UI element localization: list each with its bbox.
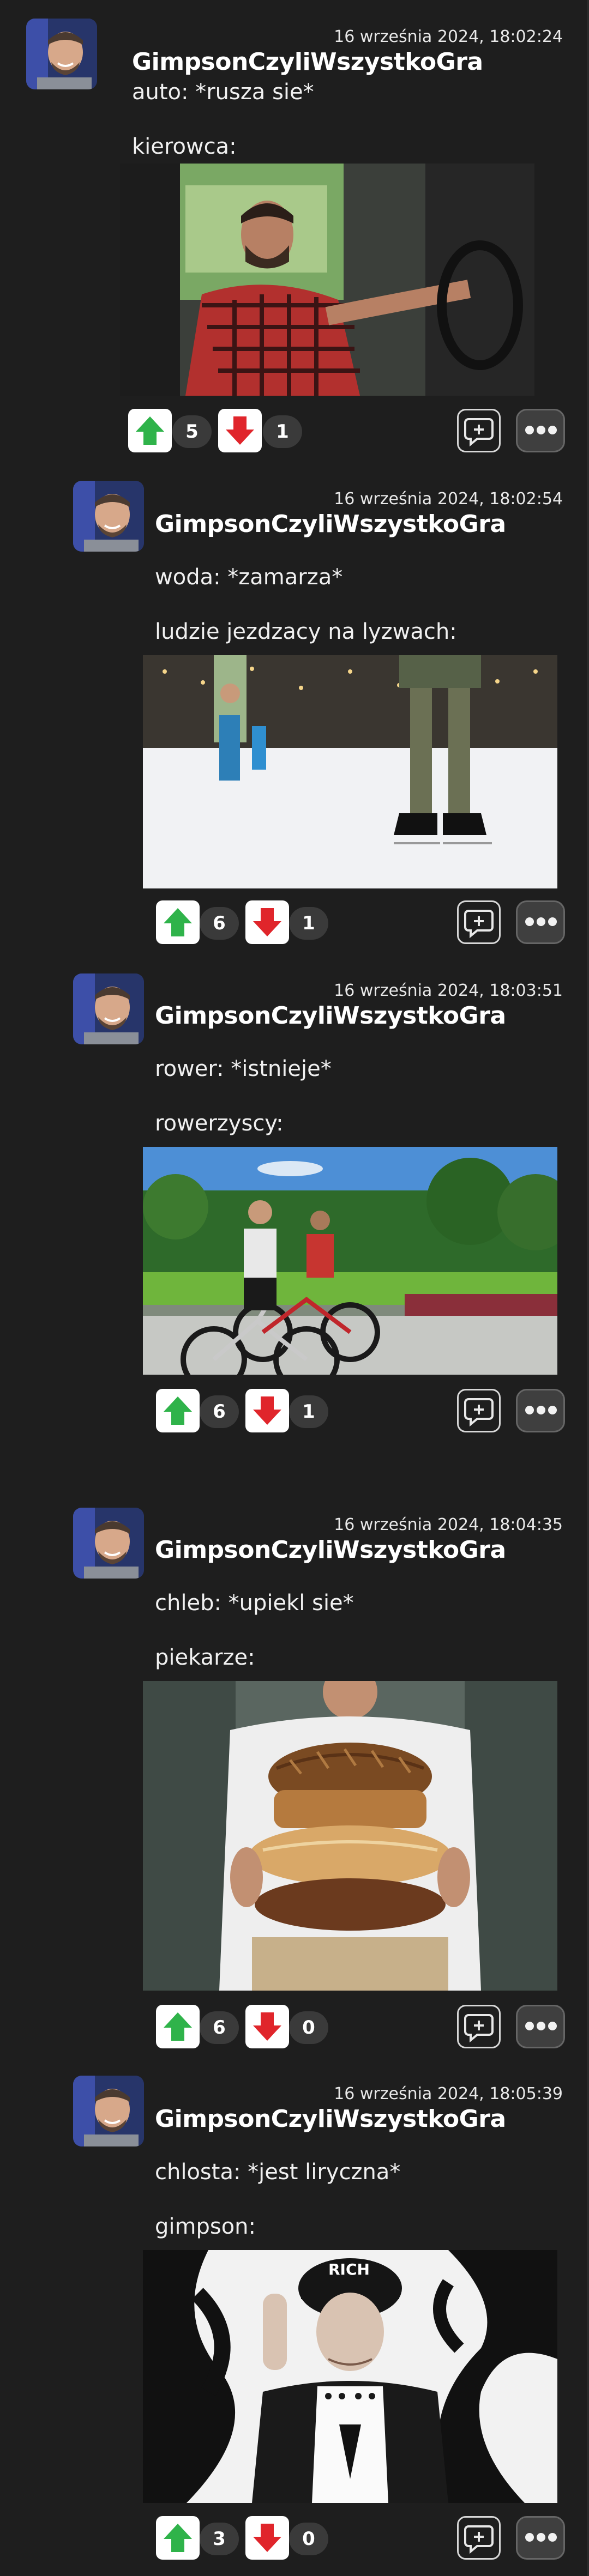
upvote-button[interactable] <box>156 2516 200 2560</box>
post-text-line: auto: *rusza sie* <box>132 80 314 105</box>
post-text-line: chlosta: *jest liryczna* <box>155 2160 401 2185</box>
arrow-up-icon <box>164 2524 192 2552</box>
quote-button[interactable] <box>457 2005 501 2048</box>
avatar[interactable] <box>73 481 144 552</box>
downvote-count: 1 <box>289 907 328 940</box>
avatar[interactable] <box>73 973 144 1044</box>
upvote-button[interactable] <box>156 2005 200 2048</box>
quote-reply-icon <box>464 418 494 447</box>
quote-button[interactable] <box>457 1389 501 1432</box>
upvote-count: 5 <box>172 415 212 448</box>
more-options-button[interactable] <box>516 900 565 944</box>
quote-reply-icon <box>464 2014 494 2043</box>
post-actions: 6 1 <box>0 1389 589 1432</box>
more-options-icon <box>525 426 560 437</box>
downvote-count: 1 <box>289 1395 328 1428</box>
post-text-line: kierowca: <box>132 134 237 159</box>
post-image[interactable] <box>143 1147 557 1375</box>
quote-button[interactable] <box>457 2516 501 2560</box>
more-options-button[interactable] <box>516 2005 565 2048</box>
more-options-button[interactable] <box>516 2516 565 2560</box>
avatar[interactable] <box>73 2076 144 2146</box>
post-text-line: woda: *zamarza* <box>155 565 343 590</box>
post-text-line: gimpson: <box>155 2214 256 2239</box>
post-actions: 6 1 <box>0 900 589 944</box>
post: 16 września 2024, 18:04:35 GimpsonCzyliW… <box>0 1493 589 2060</box>
post-date: 16 września 2024, 18:03:51 <box>334 981 563 1000</box>
arrow-down-icon <box>253 2524 281 2552</box>
post-actions: 5 1 <box>0 409 589 452</box>
arrow-up-icon <box>136 416 164 445</box>
post-image[interactable] <box>143 1681 557 1991</box>
downvote-count: 0 <box>289 2011 328 2044</box>
more-options-icon <box>525 2533 560 2544</box>
post: 16 września 2024, 18:05:39 GimpsonCzyliW… <box>0 2061 589 2576</box>
post-date: 16 września 2024, 18:02:24 <box>334 27 563 46</box>
upvote-count: 6 <box>200 1395 239 1428</box>
post-text-line: chleb: *upiekl sie* <box>155 1591 354 1616</box>
more-options-icon <box>525 1406 560 1417</box>
post-date: 16 września 2024, 18:02:54 <box>334 489 563 509</box>
downvote-button[interactable] <box>218 409 262 452</box>
more-options-icon <box>525 917 560 929</box>
arrow-down-icon <box>253 1396 281 1425</box>
upvote-count: 6 <box>200 907 239 940</box>
arrow-up-icon <box>164 908 192 936</box>
author-name[interactable]: GimpsonCzyliWszystkoGra <box>132 48 483 76</box>
downvote-button[interactable] <box>245 1389 289 1432</box>
more-options-button[interactable] <box>516 1389 565 1432</box>
quote-button[interactable] <box>457 900 501 944</box>
author-name[interactable]: GimpsonCzyliWszystkoGra <box>155 2105 506 2133</box>
downvote-button[interactable] <box>245 2005 289 2048</box>
arrow-down-icon <box>253 908 281 936</box>
arrow-down-icon <box>226 416 254 445</box>
post-text-line: piekarze: <box>155 1645 255 1670</box>
upvote-button[interactable] <box>128 409 172 452</box>
quote-reply-icon <box>464 910 494 939</box>
post-text-line: rowerzyscy: <box>155 1111 284 1136</box>
upvote-button[interactable] <box>156 900 200 944</box>
post-image[interactable]: RICH <box>143 2250 557 2503</box>
downvote-count: 1 <box>263 415 302 448</box>
svg-text:RICH: RICH <box>328 2260 370 2278</box>
post-image[interactable] <box>120 164 534 396</box>
post: 16 września 2024, 18:02:54 GimpsonCzyliW… <box>0 469 589 976</box>
arrow-up-icon <box>164 2012 192 2041</box>
author-name[interactable]: GimpsonCzyliWszystkoGra <box>155 510 506 538</box>
scrollbar[interactable] <box>587 0 589 2576</box>
author-name[interactable]: GimpsonCzyliWszystkoGra <box>155 1536 506 1564</box>
upvote-count: 6 <box>200 2011 239 2044</box>
arrow-down-icon <box>253 2012 281 2041</box>
post-image[interactable] <box>143 655 557 888</box>
post-date: 16 września 2024, 18:04:35 <box>334 1515 563 1534</box>
upvote-button[interactable] <box>156 1389 200 1432</box>
post-date: 16 września 2024, 18:05:39 <box>334 2084 563 2103</box>
avatar[interactable] <box>26 19 97 89</box>
post-text-line: ludzie jezdzacy na lyzwach: <box>155 619 457 644</box>
downvote-count: 0 <box>289 2523 328 2555</box>
quote-button[interactable] <box>457 409 501 452</box>
post: 16 września 2024, 18:02:24 GimpsonCzyliW… <box>0 0 589 469</box>
post-actions: 3 0 <box>0 2516 589 2560</box>
quote-reply-icon <box>464 2525 494 2554</box>
author-name[interactable]: GimpsonCzyliWszystkoGra <box>155 1002 506 1030</box>
more-options-icon <box>525 2022 560 2033</box>
post-text-line: rower: *istnieje* <box>155 1056 332 1081</box>
quote-reply-icon <box>464 1398 494 1427</box>
more-options-button[interactable] <box>516 409 565 452</box>
downvote-button[interactable] <box>245 2516 289 2560</box>
avatar[interactable] <box>73 1508 144 1579</box>
upvote-count: 3 <box>200 2523 239 2555</box>
post-actions: 6 0 <box>0 2005 589 2048</box>
downvote-button[interactable] <box>245 900 289 944</box>
arrow-up-icon <box>164 1396 192 1425</box>
post: 16 września 2024, 18:03:51 GimpsonCzyliW… <box>0 959 589 1472</box>
